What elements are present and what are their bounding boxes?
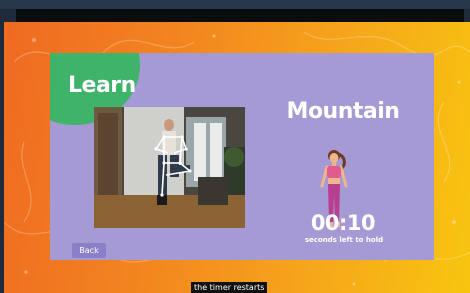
app-stage: Learn Mountain 00:10 seconds left to hol… <box>4 22 470 293</box>
window-top-bar <box>0 0 470 9</box>
learn-panel: Learn Mountain 00:10 seconds left to hol… <box>50 53 434 260</box>
video-letterbox-bar <box>16 9 464 22</box>
learn-badge-label: Learn <box>68 73 136 98</box>
pose-title: Mountain <box>286 99 400 124</box>
webcam-feed <box>94 107 245 228</box>
video-caption: the timer restarts <box>191 282 268 293</box>
back-button[interactable]: Back <box>72 243 106 258</box>
hold-timer: 00:10 <box>310 211 376 235</box>
webcam-scene <box>94 107 245 228</box>
hold-timer-caption: seconds left to hold <box>304 236 384 244</box>
